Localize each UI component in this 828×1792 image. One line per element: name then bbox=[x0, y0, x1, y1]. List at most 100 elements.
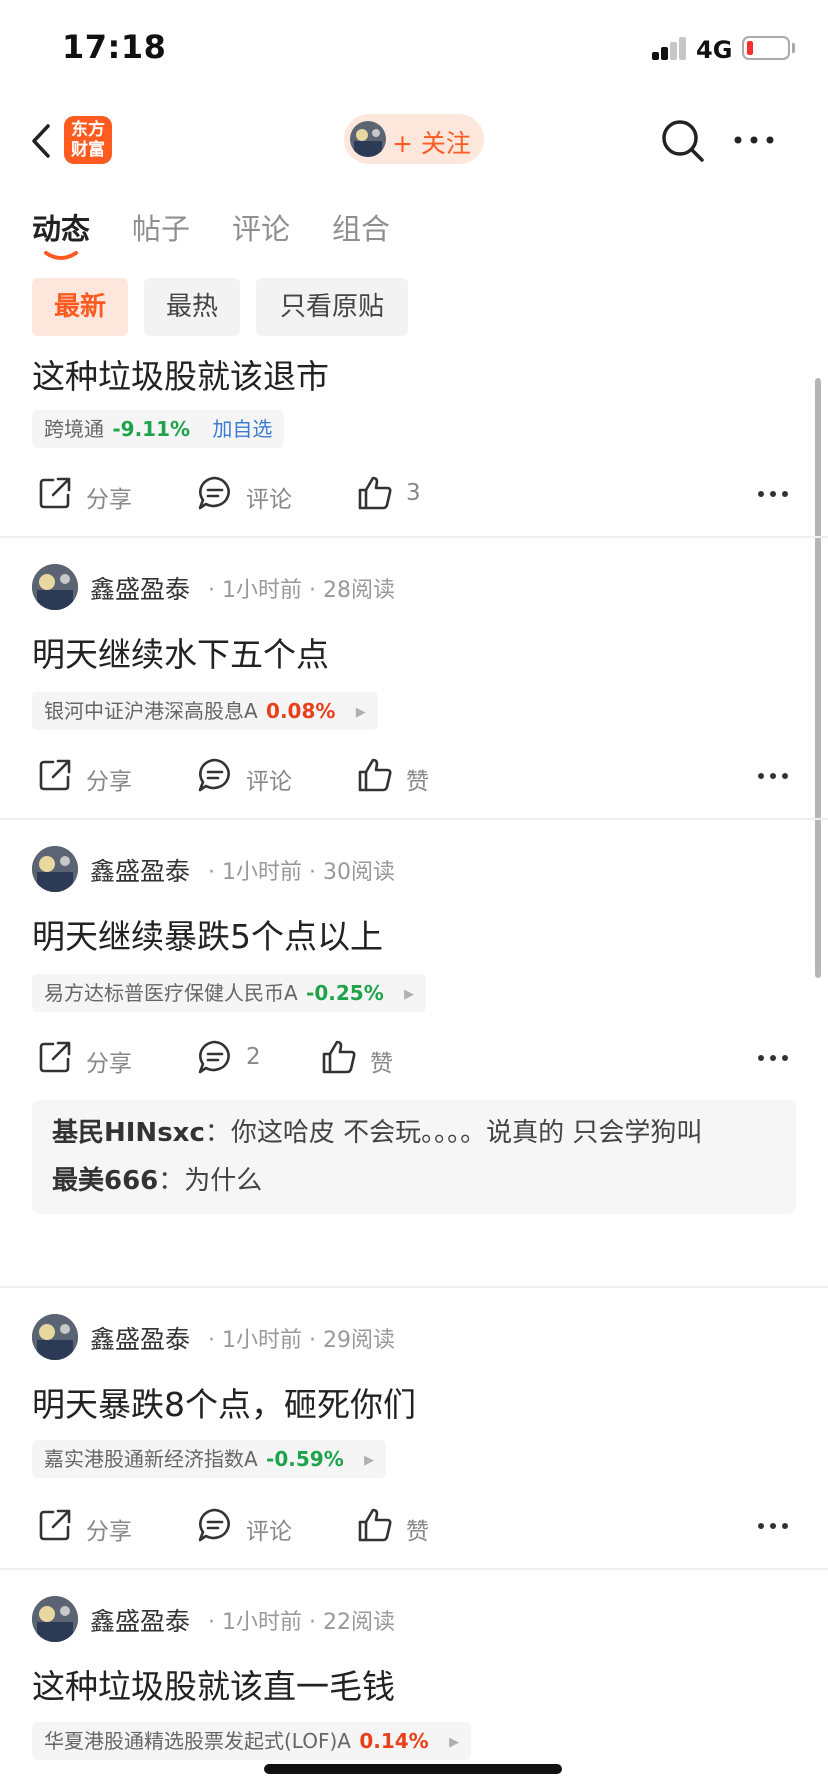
post-title[interactable]: 这种垃圾股就该退市 bbox=[32, 350, 329, 398]
fund-change: 0.08% bbox=[266, 699, 336, 723]
comment-user[interactable]: 基民HINsxc bbox=[52, 1118, 205, 1148]
action-row: 分享 评论 赞 bbox=[0, 750, 828, 800]
thumbs-up-icon bbox=[358, 758, 392, 792]
divider bbox=[0, 1568, 828, 1570]
author-name[interactable]: 鑫盛盈泰 bbox=[90, 1602, 190, 1638]
comment-user[interactable]: 最美666 bbox=[52, 1166, 158, 1196]
tab-posts[interactable]: 帖子 bbox=[132, 206, 190, 248]
share-label: 分享 bbox=[86, 1051, 132, 1077]
post-meta: · 1小时前 · 30阅读 bbox=[208, 860, 395, 885]
fund-tag[interactable]: 银河中证沪港深高股息A 0.08% ▶ bbox=[32, 692, 378, 730]
comment-icon bbox=[198, 1040, 230, 1074]
comment-count: 2 bbox=[246, 1044, 261, 1070]
tab-bar: 动态 帖子 评论 组合 bbox=[0, 186, 828, 276]
avatar[interactable] bbox=[32, 564, 78, 610]
comment-label: 评论 bbox=[246, 487, 292, 513]
author-name[interactable]: 鑫盛盈泰 bbox=[90, 570, 190, 606]
status-bar: 17:18 4G bbox=[0, 0, 828, 96]
more-icon[interactable] bbox=[756, 1518, 790, 1532]
author-name[interactable]: 鑫盛盈泰 bbox=[90, 852, 190, 888]
cellular-signal-icon bbox=[652, 36, 688, 60]
tab-active-indicator bbox=[44, 248, 78, 262]
comment-item[interactable]: 基民HINsxc：你这哈皮 不会玩。。。。说真的 只会学狗叫 bbox=[52, 1114, 776, 1152]
like-label: 赞 bbox=[370, 1051, 393, 1077]
like-label: 赞 bbox=[406, 1519, 429, 1545]
fund-change: -0.59% bbox=[266, 1447, 344, 1471]
play-arrow-icon: ▶ bbox=[449, 1735, 460, 1750]
share-label: 分享 bbox=[86, 1519, 132, 1545]
add-watchlist-link[interactable]: 加自选 bbox=[212, 417, 272, 441]
post-meta: · 1小时前 · 28阅读 bbox=[208, 578, 395, 603]
filter-original-only[interactable]: 只看原贴 bbox=[256, 278, 408, 336]
comment-text: 你这哈皮 不会玩。。。。说真的 只会学狗叫 bbox=[230, 1118, 703, 1148]
divider bbox=[0, 1286, 828, 1288]
avatar[interactable] bbox=[32, 1596, 78, 1642]
post-time: 1小时前 bbox=[222, 1328, 302, 1353]
tab-dynamics[interactable]: 动态 bbox=[32, 206, 90, 248]
like-label: 赞 bbox=[406, 769, 429, 795]
more-icon[interactable] bbox=[756, 1050, 790, 1064]
tab-comments[interactable]: 评论 bbox=[232, 206, 290, 248]
fund-name: 银河中证沪港深高股息A bbox=[44, 699, 258, 723]
network-type: 4G bbox=[696, 36, 733, 64]
share-icon bbox=[39, 759, 71, 791]
post-meta: · 1小时前 · 22阅读 bbox=[208, 1610, 395, 1635]
post-title[interactable]: 明天继续水下五个点 bbox=[32, 628, 329, 676]
read-count: 29阅读 bbox=[323, 1328, 395, 1353]
comment-icon bbox=[198, 1508, 230, 1542]
share-icon bbox=[39, 1509, 71, 1541]
avatar[interactable] bbox=[32, 846, 78, 892]
fund-name: 易方达标普医疗保健人民币A bbox=[44, 981, 298, 1005]
comment-icon bbox=[198, 476, 230, 510]
back-arrow-icon[interactable] bbox=[26, 118, 62, 164]
search-icon[interactable] bbox=[658, 116, 708, 166]
comment-label: 评论 bbox=[246, 769, 292, 795]
action-row: 分享 评论 赞 bbox=[0, 1500, 828, 1550]
action-row: 分享 2 赞 bbox=[0, 1032, 828, 1082]
post-time: 1小时前 bbox=[222, 1610, 302, 1635]
comment-item[interactable]: 最美666：为什么 bbox=[52, 1162, 776, 1200]
battery-icon bbox=[742, 36, 790, 60]
post-time: 1小时前 bbox=[222, 578, 302, 603]
post-title[interactable]: 明天暴跌8个点，砸死你们 bbox=[32, 1378, 416, 1426]
avatar bbox=[350, 121, 386, 157]
fund-name: 嘉实港股通新经济指数A bbox=[44, 1447, 258, 1471]
fund-tag[interactable]: 华夏港股通精选股票发起式(LOF)A 0.14% ▶ bbox=[32, 1722, 472, 1760]
avatar[interactable] bbox=[32, 1314, 78, 1360]
read-count: 22阅读 bbox=[323, 1610, 395, 1635]
thumbs-up-icon bbox=[358, 1508, 392, 1542]
fund-name: 跨境通 bbox=[44, 417, 104, 441]
read-count: 28阅读 bbox=[323, 578, 395, 603]
play-arrow-icon: ▶ bbox=[364, 1453, 375, 1468]
follow-label: + 关注 bbox=[392, 129, 471, 158]
share-label: 分享 bbox=[86, 487, 132, 513]
divider bbox=[0, 536, 828, 538]
author-name[interactable]: 鑫盛盈泰 bbox=[90, 1320, 190, 1356]
follow-button[interactable]: + 关注 bbox=[344, 114, 484, 164]
filter-latest[interactable]: 最新 bbox=[32, 278, 128, 336]
filter-hottest[interactable]: 最热 bbox=[144, 278, 240, 336]
home-indicator[interactable] bbox=[264, 1764, 562, 1774]
divider bbox=[0, 818, 828, 820]
comment-icon bbox=[198, 758, 230, 792]
fund-tag[interactable]: 易方达标普医疗保健人民币A -0.25% ▶ bbox=[32, 974, 427, 1012]
fund-tag[interactable]: 嘉实港股通新经济指数A -0.59% ▶ bbox=[32, 1440, 387, 1478]
comment-label: 评论 bbox=[246, 1519, 292, 1545]
comment-text: 为什么 bbox=[184, 1166, 263, 1196]
more-icon[interactable] bbox=[756, 768, 790, 782]
comments-preview[interactable]: 基民HINsxc：你这哈皮 不会玩。。。。说真的 只会学狗叫 最美666：为什么 bbox=[32, 1100, 796, 1214]
read-count: 30阅读 bbox=[323, 860, 395, 885]
more-icon[interactable] bbox=[756, 486, 790, 500]
play-arrow-icon: ▶ bbox=[355, 705, 366, 720]
more-options-icon[interactable] bbox=[730, 128, 778, 152]
nav-bar: 东方 财富 + 关注 bbox=[0, 96, 828, 186]
fund-change: 0.14% bbox=[359, 1729, 429, 1753]
fund-tag[interactable]: 跨境通 -9.11% 加自选 bbox=[32, 410, 285, 448]
post-title[interactable]: 这种垃圾股就该直一毛钱 bbox=[32, 1660, 395, 1708]
status-time: 17:18 bbox=[62, 28, 167, 66]
tab-portfolio[interactable]: 组合 bbox=[332, 206, 390, 248]
action-row: 分享 评论 3 bbox=[0, 468, 828, 518]
play-arrow-icon: ▶ bbox=[404, 987, 415, 1002]
post-title[interactable]: 明天继续暴跌5个点以上 bbox=[32, 910, 383, 958]
post-time: 1小时前 bbox=[222, 860, 302, 885]
